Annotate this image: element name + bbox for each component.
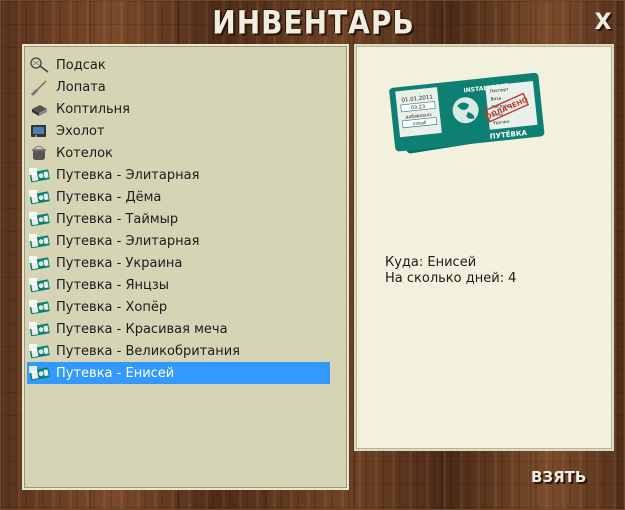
voucher-icon (28, 210, 50, 228)
inventory-window: ИНВЕНТАРЬ X Подсак Лопата Коптильня Эхолот К… (0, 0, 625, 510)
list-item[interactable]: Подсак (27, 54, 330, 76)
list-item[interactable]: Путевка - Дёма (27, 186, 330, 208)
list-item[interactable]: Путевка - Хопёр (27, 296, 330, 318)
list-item-label: Подсак (56, 57, 106, 73)
inventory-list-panel: Подсак Лопата Коптильня Эхолот Котелок Путевк… (22, 44, 349, 490)
list-item-label: Путевка - Красивая меча (56, 321, 228, 337)
list-item[interactable]: Путевка - Красивая меча (27, 318, 330, 340)
item-destination: Куда: Енисей (385, 255, 477, 270)
list-item-label: Эхолот (56, 123, 105, 139)
list-item[interactable]: Путевка - Таймыр (27, 208, 330, 230)
list-item-label: Лопата (56, 79, 106, 95)
item-info: Куда: Енисей На сколько дней: 4 (385, 255, 516, 287)
window-title: ИНВЕНТАРЬ (212, 3, 415, 42)
item-detail-panel: 01.01.2011 03:23 добавлено: install INST… (354, 44, 614, 451)
item-days: На сколько дней: 4 (385, 271, 517, 286)
voucher-icon (28, 298, 50, 316)
list-item-label: Путевка - Великобритания (56, 343, 240, 359)
voucher-icon (28, 254, 50, 272)
list-item-label: Путевка - Енисей (56, 365, 175, 381)
list-item-label: Путевка - Таймыр (56, 211, 179, 227)
pot-icon (28, 144, 50, 162)
echo-sounder-icon (28, 122, 50, 140)
voucher-icon (28, 320, 50, 338)
list-item[interactable]: Эхолот (27, 120, 330, 142)
inventory-list: Подсак Лопата Коптильня Эхолот Котелок Путевк… (27, 54, 330, 384)
voucher-ticket-image: 01.01.2011 03:23 добавлено: install INST… (389, 72, 545, 154)
shovel-icon (28, 78, 50, 96)
list-item-label: Путевка - Янцзы (56, 277, 170, 293)
voucher-icon (28, 188, 50, 206)
list-item[interactable]: Путевка - Великобритания (27, 340, 330, 362)
list-item[interactable]: Путевка - Украина (27, 252, 330, 274)
take-button[interactable]: ВЗЯТЬ (531, 466, 586, 488)
list-item-label: Путевка - Хопёр (56, 299, 168, 315)
voucher-icon (28, 364, 50, 382)
list-item[interactable]: Путевка - Янцзы (27, 274, 330, 296)
list-item-label: Путевка - Украина (56, 255, 183, 271)
list-item[interactable]: Коптильня (27, 98, 330, 120)
list-item-label: Путевка - Элитарная (56, 233, 200, 249)
voucher-icon (28, 166, 50, 184)
list-item[interactable]: Путевка - Енисей (27, 362, 330, 384)
list-item[interactable]: Путевка - Элитарная (27, 164, 330, 186)
list-item-label: Путевка - Элитарная (56, 167, 200, 183)
list-item[interactable]: Котелок (27, 142, 330, 164)
list-item-label: Путевка - Дёма (56, 189, 162, 205)
list-item-label: Коптильня (56, 101, 130, 117)
ticket-field-2: Виза (490, 95, 502, 102)
voucher-icon (28, 276, 50, 294)
voucher-icon (28, 232, 50, 250)
landing-net-icon (28, 56, 50, 74)
list-item-label: Котелок (56, 145, 113, 161)
voucher-icon (28, 342, 50, 360)
close-button[interactable]: X (592, 10, 614, 36)
list-item[interactable]: Лопата (27, 76, 330, 98)
smokehouse-icon (28, 100, 50, 118)
list-item[interactable]: Путевка - Элитарная (27, 230, 330, 252)
